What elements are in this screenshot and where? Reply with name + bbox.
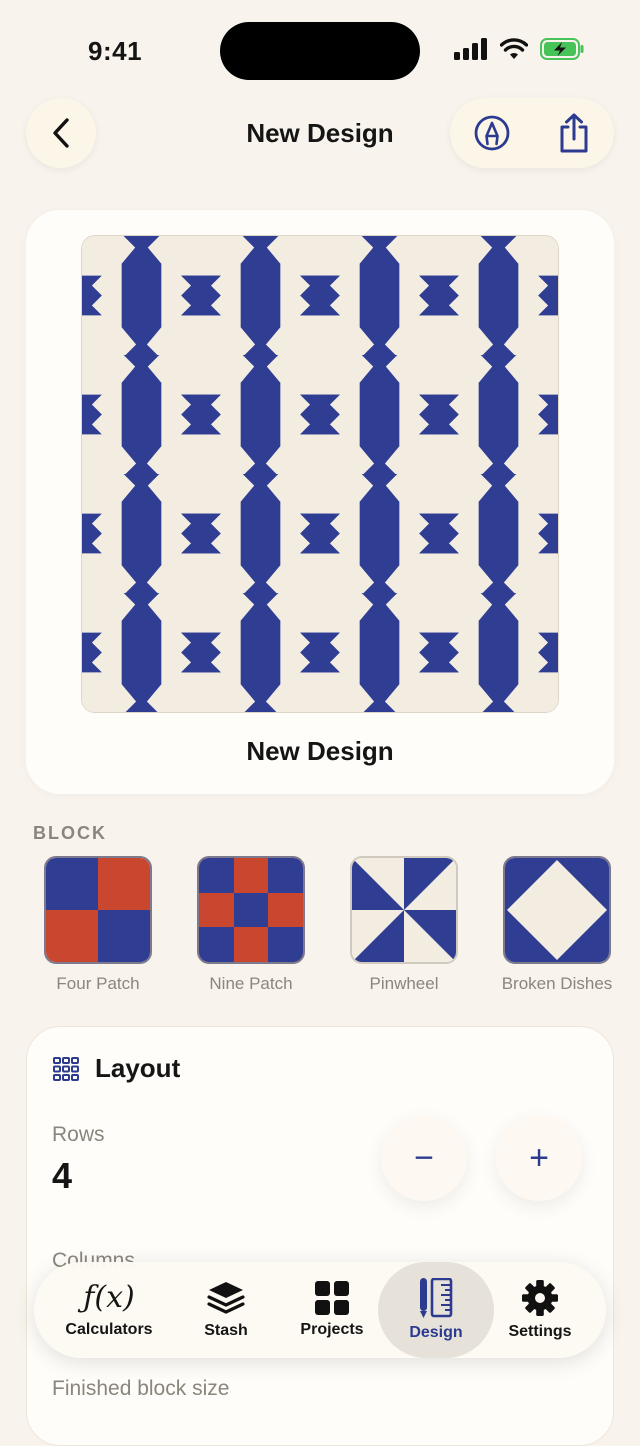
tab-bar: ƒ(x) Calculators Stash Projects Design S… — [34, 1262, 606, 1358]
wifi-icon — [500, 38, 528, 59]
header-actions — [450, 98, 614, 168]
block-broken-dishes[interactable]: Broken Dishes — [487, 856, 627, 994]
block-section-label: BLOCK — [33, 823, 107, 843]
rows-value: 4 — [52, 1155, 73, 1196]
layout-card: Layout Rows 4 − + Columns Finished block… — [26, 1026, 614, 1446]
markup-button[interactable] — [473, 114, 511, 152]
rows-label: Rows — [52, 1123, 105, 1146]
tab-calculators[interactable]: ƒ(x) Calculators — [46, 1262, 172, 1358]
tab-label-projects: Projects — [300, 1321, 364, 1338]
pen-circle-icon — [474, 115, 510, 151]
tab-design[interactable]: Design — [378, 1262, 494, 1358]
minus-icon: − — [414, 1138, 434, 1177]
block-label-nine-patch: Nine Patch — [209, 974, 293, 993]
block-label-pinwheel: Pinwheel — [369, 974, 439, 993]
plus-icon: + — [529, 1138, 549, 1177]
tab-label-settings: Settings — [508, 1323, 572, 1340]
design-preview-card: New Design — [26, 210, 614, 794]
dynamic-island — [220, 22, 420, 80]
status-bar: 9:41 — [0, 0, 640, 100]
block-nine-patch[interactable]: Nine Patch — [181, 856, 321, 994]
block-four-patch[interactable]: Four Patch — [28, 856, 168, 994]
tab-projects[interactable]: Projects — [280, 1262, 384, 1358]
nav-header: New Design — [0, 98, 640, 170]
rows-decrement-button[interactable]: − — [381, 1115, 467, 1201]
status-icons — [454, 38, 584, 60]
gear-icon — [522, 1280, 558, 1316]
share-icon — [560, 113, 588, 153]
quilt-hexagon — [359, 358, 400, 471]
tab-settings[interactable]: Settings — [490, 1262, 590, 1358]
tab-label-stash: Stash — [204, 1322, 248, 1339]
status-time: 9:41 — [88, 36, 143, 66]
layout-title: Layout — [95, 1053, 181, 1083]
share-button[interactable] — [557, 112, 591, 154]
ruler-icon — [420, 1278, 453, 1318]
four-patch-thumbnail — [44, 856, 152, 964]
quilt-hexagon — [240, 358, 281, 471]
finished-block-size-label: Finished block size — [52, 1377, 230, 1400]
stack-icon — [207, 1282, 245, 1314]
grid-icon — [315, 1281, 349, 1315]
cellular-signal-icon — [454, 38, 487, 60]
design-name: New Design — [246, 736, 394, 766]
grid-dots-icon — [53, 1056, 79, 1081]
block-pinwheel[interactable]: Pinwheel — [334, 856, 474, 994]
quilt-hexagon — [121, 358, 162, 471]
tab-label-calculators: Calculators — [65, 1321, 153, 1338]
broken-dishes-thumbnail — [503, 856, 611, 964]
block-picker: Four Patch Nine Patch Pinwheel Broken Di… — [0, 856, 640, 1006]
quilt-pattern — [82, 236, 558, 712]
quilt-preview[interactable] — [81, 235, 559, 713]
layout-header: Layout — [53, 1053, 180, 1084]
pinwheel-thumbnail — [350, 856, 458, 964]
block-label-four-patch: Four Patch — [56, 974, 140, 993]
nine-patch-thumbnail — [197, 856, 305, 964]
battery-charging-icon — [540, 38, 584, 60]
function-icon: ƒ(x) — [83, 1280, 135, 1315]
rows-increment-button[interactable]: + — [496, 1115, 582, 1201]
block-label-broken-dishes: Broken Dishes — [501, 974, 613, 993]
tab-label-design: Design — [409, 1324, 463, 1341]
tab-stash[interactable]: Stash — [174, 1262, 278, 1358]
